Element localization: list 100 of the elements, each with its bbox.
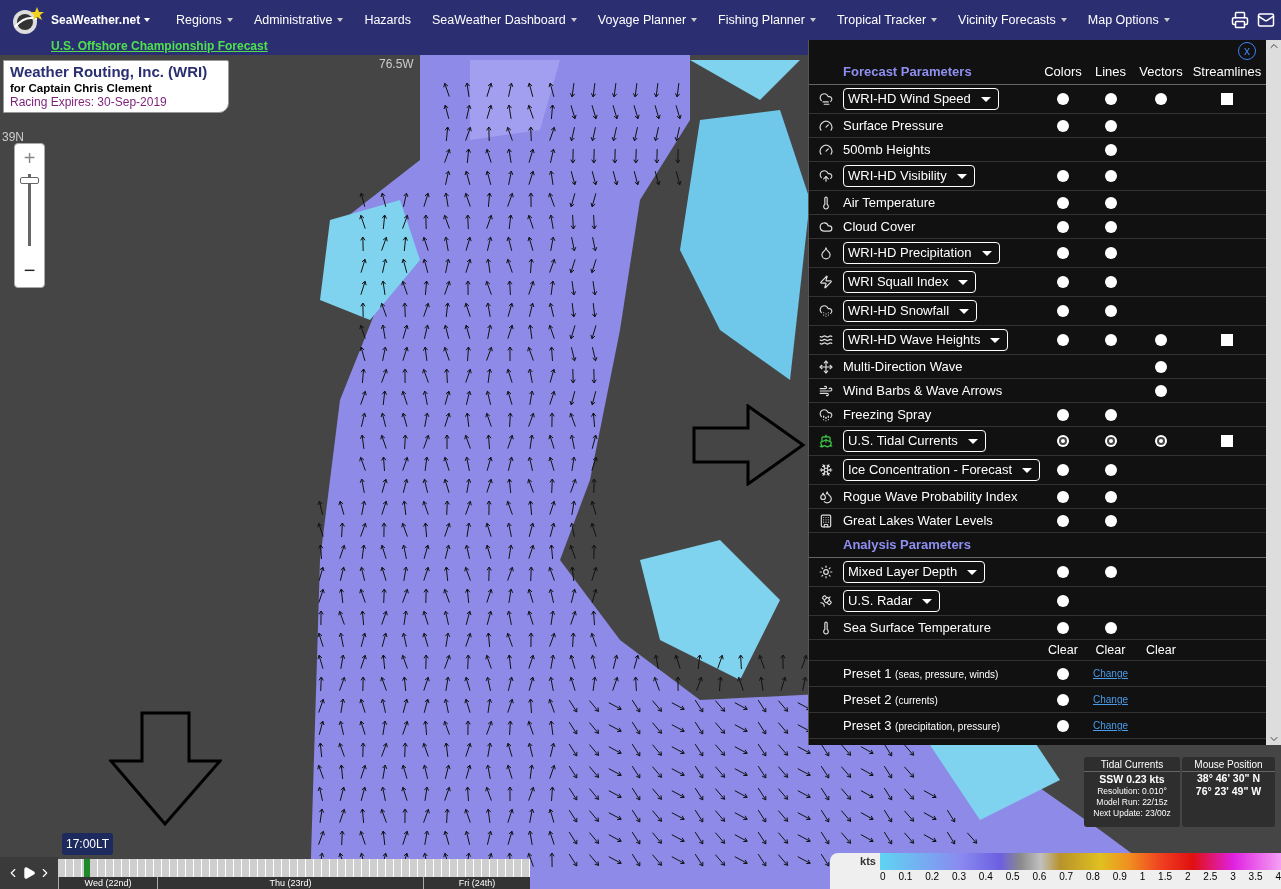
- radio-button[interactable]: [1155, 360, 1167, 373]
- scale-tick-label: 0: [880, 870, 886, 884]
- radio-button[interactable]: [1057, 220, 1069, 233]
- radio-button[interactable]: [1057, 276, 1069, 288]
- radio-button[interactable]: [1104, 408, 1117, 421]
- radio-button[interactable]: [1104, 247, 1117, 259]
- checkbox[interactable]: [1221, 435, 1233, 447]
- radio-button[interactable]: [1104, 490, 1117, 503]
- scale-tick-label: 0.1: [898, 870, 913, 884]
- change-link[interactable]: Change: [1093, 692, 1128, 707]
- championship-link[interactable]: U.S. Offshore Championship Forecast: [51, 40, 268, 53]
- radio-button[interactable]: [1057, 196, 1069, 209]
- caret-icon: [922, 598, 933, 604]
- radio-button[interactable]: [1104, 93, 1117, 105]
- radio-button[interactable]: [1057, 595, 1069, 607]
- parameter-dropdown[interactable]: Mixed Layer Depth: [843, 561, 986, 583]
- radio-button[interactable]: [1104, 119, 1117, 132]
- nav-menu-item[interactable]: SeaWeather Dashboard: [431, 10, 577, 30]
- radio-button[interactable]: [1104, 276, 1117, 288]
- clear-button[interactable]: Clear: [1048, 640, 1078, 660]
- print-icon[interactable]: [1231, 11, 1249, 29]
- radio-button[interactable]: [1057, 305, 1069, 317]
- zoom-out-button[interactable]: −: [23, 256, 36, 284]
- caret-icon: [980, 96, 991, 102]
- radio-button[interactable]: [1104, 220, 1117, 233]
- zoom-slider[interactable]: [19, 174, 40, 246]
- preset-radio[interactable]: [1057, 667, 1069, 680]
- radio-button[interactable]: [1057, 170, 1069, 182]
- caret-icon: [1060, 18, 1067, 22]
- radio-button[interactable]: [1057, 490, 1069, 503]
- parameter-label: Sea Surface Temperature: [843, 618, 991, 637]
- checkbox[interactable]: [1221, 334, 1233, 346]
- radio-button[interactable]: [1057, 464, 1069, 476]
- caret-icon: [570, 18, 577, 22]
- radio-button[interactable]: [1155, 334, 1167, 346]
- clear-button[interactable]: Clear: [1095, 640, 1126, 660]
- nav-menu-item[interactable]: Regions: [176, 10, 233, 30]
- parameter-dropdown[interactable]: WRI-HD Wave Heights: [843, 329, 1009, 351]
- radio-button[interactable]: [1104, 170, 1117, 182]
- timeline-track[interactable]: [58, 859, 530, 877]
- caret-icon: [967, 569, 978, 575]
- radio-button[interactable]: [1104, 514, 1117, 527]
- radio-button[interactable]: [1057, 247, 1069, 259]
- radio-button[interactable]: [1057, 93, 1069, 105]
- scale-tick-label: 1.5: [1158, 870, 1172, 884]
- wind-icon: [819, 383, 833, 398]
- caret-icon: [931, 18, 938, 22]
- radio-button[interactable]: [1104, 435, 1117, 447]
- nav-menu-item[interactable]: Fishing Planner: [718, 10, 816, 30]
- info-line: Resolution: 0.010°: [1097, 786, 1167, 797]
- timeline-marker[interactable]: [83, 859, 90, 877]
- change-link[interactable]: Change: [1093, 666, 1128, 681]
- preset-radio[interactable]: [1057, 693, 1069, 706]
- parameter-dropdown[interactable]: U.S. Radar: [843, 590, 941, 612]
- radio-button[interactable]: [1155, 93, 1167, 105]
- nav-menu-item[interactable]: Hazards: [364, 10, 411, 30]
- radio-button[interactable]: [1104, 566, 1117, 578]
- radio-button[interactable]: [1155, 435, 1167, 447]
- parameter-label: Rogue Wave Probability Index: [843, 487, 1018, 506]
- radio-button[interactable]: [1104, 196, 1117, 209]
- radio-button[interactable]: [1104, 464, 1117, 476]
- radio-button[interactable]: [1155, 384, 1167, 397]
- parameter-dropdown[interactable]: WRI Squall Index: [843, 271, 977, 293]
- checkbox[interactable]: [1221, 93, 1233, 105]
- parameter-dropdown[interactable]: Ice Concentration - Forecast: [843, 459, 1041, 481]
- scale-tick-label: 0.8: [1086, 870, 1100, 884]
- change-link[interactable]: Change: [1093, 718, 1128, 733]
- radio-button[interactable]: [1057, 334, 1069, 346]
- radio-button[interactable]: [1057, 408, 1069, 421]
- parameter-label: Multi-Direction Wave: [843, 357, 963, 376]
- parameter-dropdown[interactable]: WRI-HD Visibility: [843, 165, 975, 187]
- clear-button[interactable]: Clear: [1146, 640, 1176, 660]
- tidal-value: SSW 0.23 kts: [1099, 772, 1165, 786]
- zoom-slider-thumb[interactable]: [20, 177, 39, 185]
- radio-button[interactable]: [1104, 621, 1117, 634]
- mail-icon[interactable]: [1257, 11, 1275, 29]
- parameter-label: Wind Barbs & Wave Arrows: [843, 381, 1003, 400]
- parameter-dropdown[interactable]: U.S. Tidal Currents: [843, 430, 986, 452]
- nav-menu-item[interactable]: Map Options: [1087, 10, 1170, 30]
- longitude-label: 76.5W: [379, 56, 414, 73]
- parameter-dropdown[interactable]: WRI-HD Wind Speed: [843, 88, 999, 110]
- nav-menu-item[interactable]: Tropical Tracker: [836, 10, 938, 30]
- scale-tick-label: 0.6: [1032, 870, 1047, 884]
- zoom-in-button[interactable]: +: [23, 144, 36, 172]
- parameter-dropdown[interactable]: WRI-HD Precipitation: [843, 242, 1000, 264]
- parameter-dropdown[interactable]: WRI-HD Snowfall: [843, 300, 978, 322]
- radio-button[interactable]: [1104, 143, 1117, 156]
- radio-button[interactable]: [1057, 566, 1069, 578]
- nav-menu-item[interactable]: Administrative: [253, 10, 344, 30]
- nav-menu-item[interactable]: Vicinity Forecasts: [958, 10, 1067, 30]
- radio-button[interactable]: [1057, 119, 1069, 132]
- brand-menu[interactable]: SeaWeather.net: [51, 11, 151, 29]
- nav-menu-item[interactable]: Voyage Planner: [597, 10, 698, 30]
- preset-radio[interactable]: [1057, 719, 1069, 732]
- radio-button[interactable]: [1104, 305, 1117, 317]
- radio-button[interactable]: [1057, 514, 1069, 527]
- radio-button[interactable]: [1104, 334, 1117, 346]
- radio-button[interactable]: [1057, 621, 1069, 634]
- radio-button[interactable]: [1057, 435, 1069, 447]
- play-icon[interactable]: [22, 866, 36, 880]
